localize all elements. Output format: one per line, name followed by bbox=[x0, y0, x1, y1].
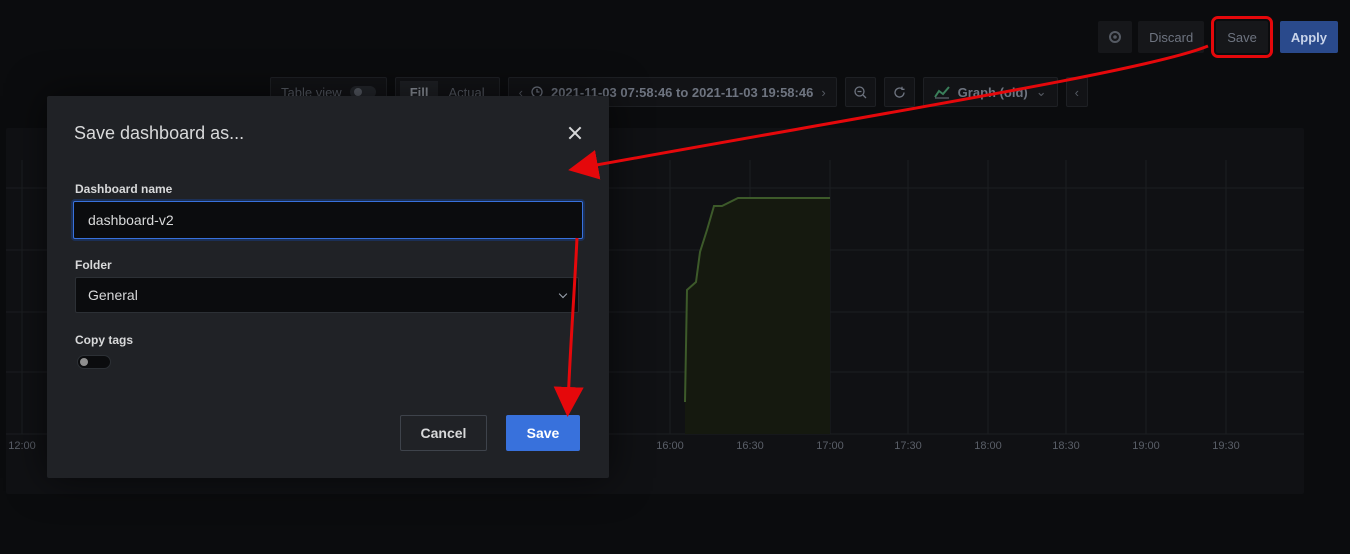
modal-save-button[interactable]: Save bbox=[506, 415, 580, 451]
x-tick-label: 19:00 bbox=[1132, 440, 1160, 452]
save-dashboard-modal: Save dashboard as... Dashboard name Fold… bbox=[47, 96, 609, 478]
dashboard-name-input[interactable] bbox=[73, 201, 583, 239]
x-tick-label: 12:00 bbox=[8, 440, 36, 452]
x-tick-label: 17:30 bbox=[894, 440, 922, 452]
folder-value: General bbox=[88, 287, 138, 303]
folder-select[interactable]: General bbox=[75, 277, 579, 313]
x-tick-label: 17:00 bbox=[816, 440, 844, 452]
x-tick-label: 16:00 bbox=[656, 440, 684, 452]
modal-title: Save dashboard as... bbox=[74, 122, 245, 143]
folder-label: Folder bbox=[75, 258, 112, 272]
x-tick-label: 18:00 bbox=[974, 440, 1002, 452]
modal-header: Save dashboard as... bbox=[74, 118, 585, 148]
chevron-down-icon bbox=[558, 289, 568, 298]
copy-tags-toggle[interactable] bbox=[77, 355, 111, 369]
x-tick-label: 19:30 bbox=[1212, 440, 1240, 452]
close-icon[interactable] bbox=[565, 123, 585, 143]
x-tick-label: 18:30 bbox=[1052, 440, 1080, 452]
x-tick-label: 16:30 bbox=[736, 440, 764, 452]
copy-tags-label: Copy tags bbox=[75, 333, 134, 347]
dashboard-name-label: Dashboard name bbox=[75, 182, 173, 196]
cancel-button[interactable]: Cancel bbox=[400, 415, 487, 451]
